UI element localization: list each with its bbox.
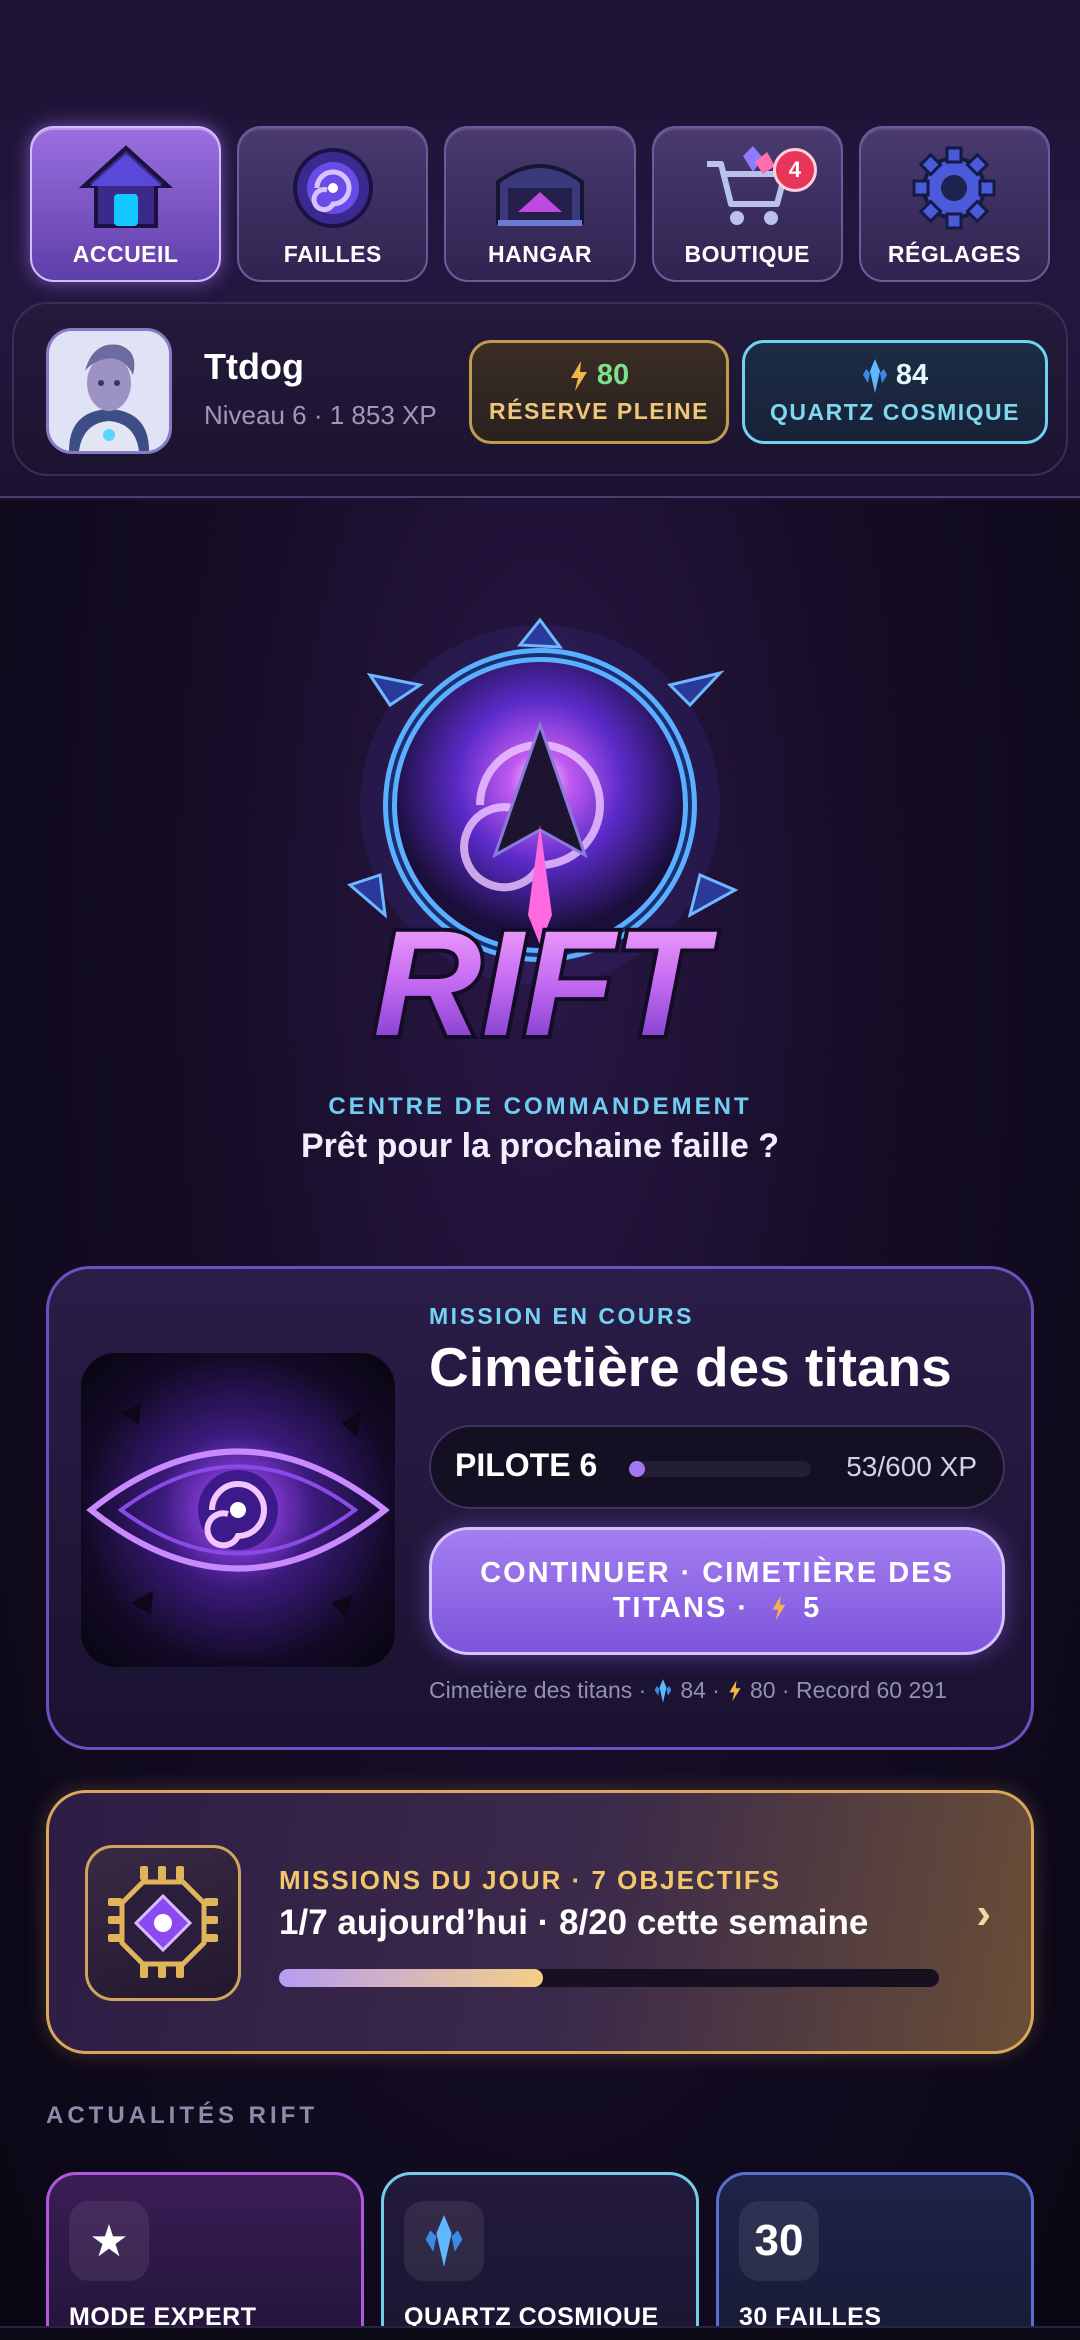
quartz-label: QUARTZ COSMIQUE <box>770 398 1020 425</box>
number-badge: 30 <box>739 2201 819 2281</box>
daily-missions-progress-text: 1/7 aujourd’hui · 8/20 cette semaine <box>279 1903 869 1942</box>
nav-hangar[interactable]: HANGAR <box>444 126 636 282</box>
cart-count-badge: 4 <box>772 148 817 192</box>
mission-meta-quartz: 84 · <box>680 1677 720 1703</box>
continue-button-label: CONTINUER · CIMETIÈRE DES TITANS · <box>480 1557 954 1624</box>
gear-icon <box>912 146 996 230</box>
lightning-icon <box>772 1596 786 1620</box>
daily-progress-fill <box>279 1969 543 1987</box>
lightning-icon <box>729 1680 741 1701</box>
star-icon: ★ <box>69 2201 149 2281</box>
mission-image <box>81 1353 395 1667</box>
pilot-xp-value: 53/600 XP <box>846 1451 977 1482</box>
player-name: Ttdog <box>204 346 304 387</box>
energy-value: 80 <box>596 359 630 391</box>
rift-portal-icon <box>292 148 373 228</box>
continue-mission-button[interactable]: CONTINUER · CIMETIÈRE DES TITANS · 5 <box>429 1527 1005 1655</box>
quartz-crystal-icon <box>655 1678 672 1703</box>
hangar-icon <box>496 164 584 226</box>
quartz-crystal-icon <box>862 358 887 393</box>
mission-meta: Cimetière des titans · 84 · 80 · Record … <box>429 1677 947 1704</box>
current-mission-card: MISSION EN COURS Cimetière des titans PI… <box>46 1266 1034 1750</box>
command-center-label: CENTRE DE COMMANDEMENT <box>328 1093 752 1120</box>
nav-failles[interactable]: FAILLES <box>237 126 429 282</box>
daily-progress-track <box>279 1969 939 1987</box>
rift-logo: RIFT <box>347 617 739 1071</box>
nav-label: HANGAR <box>488 241 592 267</box>
main-nav: ACCUEIL FAILLES HANGAR 4 BOUTIQUE RÉGLAG… <box>30 126 1051 282</box>
daily-missions-label: MISSIONS DU JOUR · 7 OBJECTIFS <box>279 1865 782 1895</box>
mission-title: Cimetière des titans <box>429 1336 952 1398</box>
mission-status-label: MISSION EN COURS <box>429 1303 694 1329</box>
pilot-label: PILOTE 6 <box>455 1447 598 1483</box>
logo-text: RIFT <box>373 899 718 1067</box>
nav-label: ACCUEIL <box>72 241 179 267</box>
energy-label: RÉSERVE PLEINE <box>489 398 709 424</box>
home-icon <box>78 145 173 228</box>
news-card-expert-mode[interactable]: ★ MODE EXPERT <box>46 2172 364 2340</box>
nav-reglages[interactable]: RÉGLAGES <box>858 126 1051 282</box>
mission-meta-name: Cimetière des titans · <box>429 1677 647 1703</box>
pilot-progress: PILOTE 6 53/600 XP <box>429 1425 1005 1509</box>
nav-boutique[interactable]: 4 BOUTIQUE <box>651 126 843 282</box>
nav-accueil[interactable]: ACCUEIL <box>30 126 222 282</box>
nav-label: RÉGLAGES <box>887 241 1021 267</box>
news-heading: ACTUALITÉS RIFT <box>46 2102 318 2129</box>
header-divider <box>0 496 1080 498</box>
news-card-30-rifts[interactable]: 30 30 FAILLES <box>716 2172 1034 2340</box>
chip-icon <box>108 1866 218 1978</box>
quartz-currency-pill[interactable]: 84 QUARTZ COSMIQUE <box>742 340 1048 444</box>
continue-button-cost: 5 <box>803 1592 822 1624</box>
rift-eye-image <box>86 1403 390 1619</box>
pilot-xp-fill <box>629 1461 646 1477</box>
player-level: Niveau 6 · 1 853 XP <box>204 400 437 430</box>
quartz-crystal-icon <box>404 2201 484 2281</box>
pilot-portrait-image <box>49 331 169 451</box>
energy-reserve-pill[interactable]: 80 RÉSERVE PLEINE <box>469 340 729 444</box>
profile-bar: Ttdog Niveau 6 · 1 853 XP 80 RÉSERVE PLE… <box>12 302 1068 476</box>
nav-label: BOUTIQUE <box>684 241 810 267</box>
bottom-edge <box>0 2326 1080 2340</box>
daily-chip-icon <box>85 1845 241 2001</box>
nav-label: FAILLES <box>283 241 382 267</box>
chevron-right-icon: › <box>976 1889 991 1938</box>
hero-tagline: Prêt pour la prochaine faille ? <box>301 1127 779 1165</box>
lightning-icon <box>570 360 587 391</box>
mission-meta-energy: 80 · Record 60 291 <box>749 1677 947 1703</box>
quartz-value: 84 <box>895 359 929 391</box>
daily-missions-card[interactable]: MISSIONS DU JOUR · 7 OBJECTIFS 1/7 aujou… <box>46 1790 1034 2054</box>
news-card-cosmic-quartz[interactable]: QUARTZ COSMIQUE <box>381 2172 699 2340</box>
pilot-xp-track <box>629 1461 811 1477</box>
avatar[interactable] <box>46 328 172 454</box>
quartz-crystal-icon-glyph <box>425 2215 463 2267</box>
